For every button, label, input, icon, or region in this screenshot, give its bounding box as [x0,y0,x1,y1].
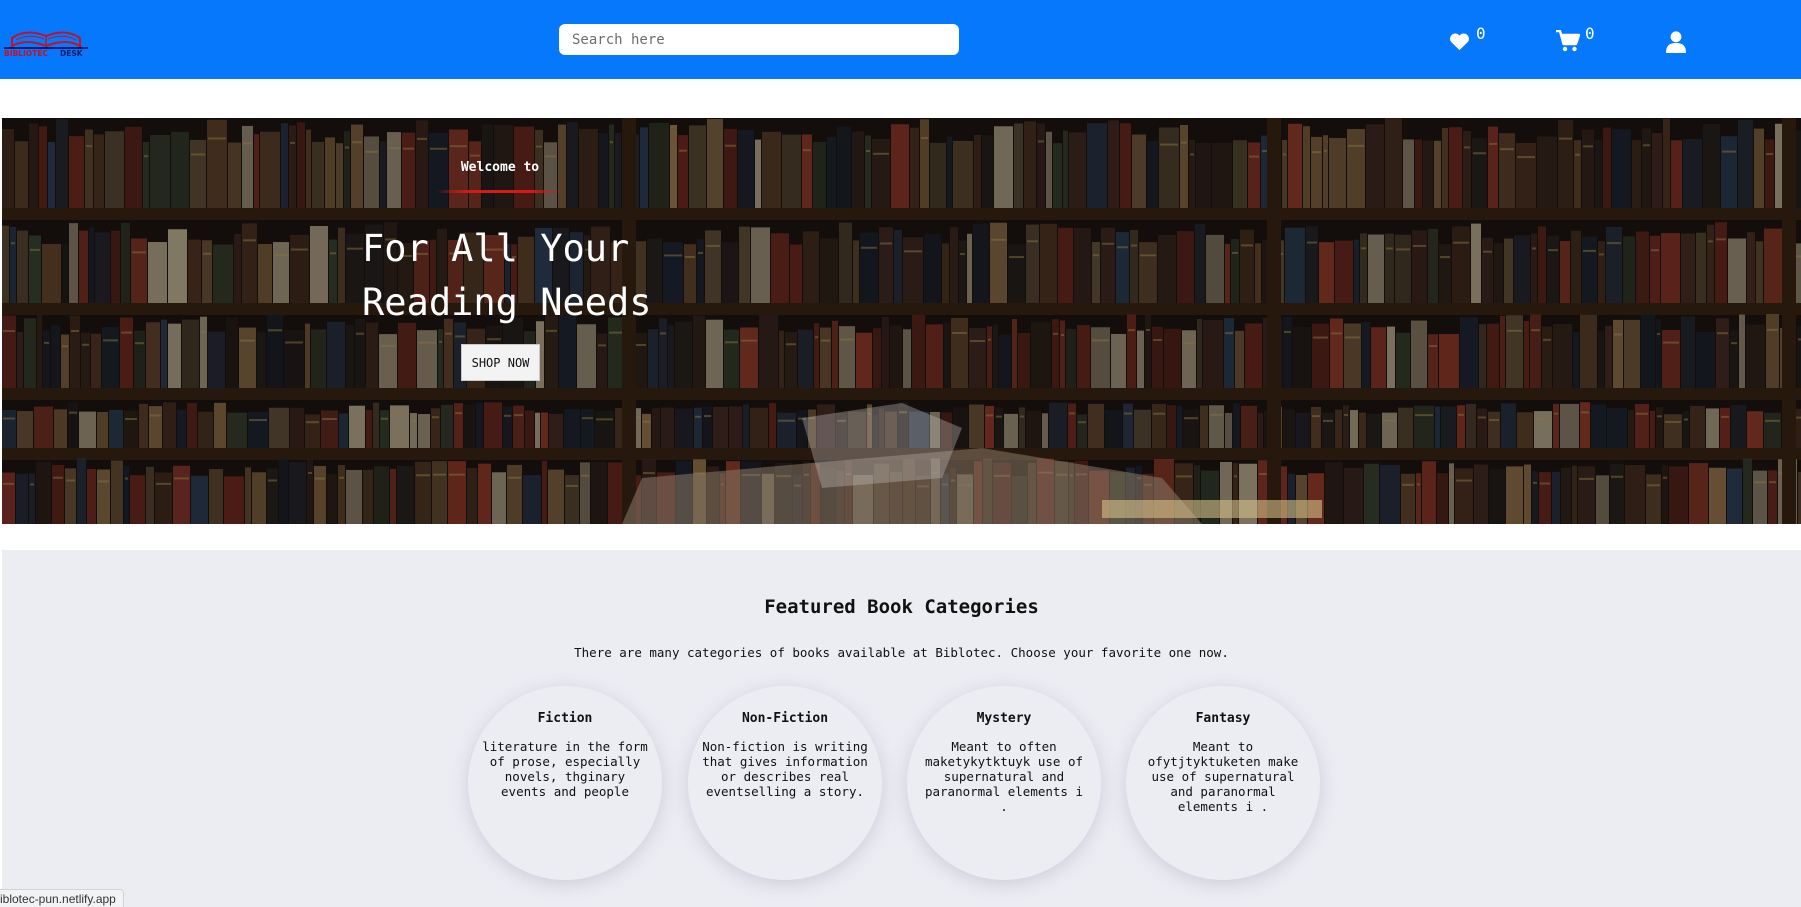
category-title: Mystery [976,711,1032,726]
category-description: Meant to ofytjtyktuketen make use of sup… [1147,739,1299,814]
category-description: Meant to often maketykytktuyk use of sup… [924,739,1084,814]
category-title: Fantasy [1195,711,1251,726]
link-status-url: iblotec-pun.netlify.app [0,889,124,907]
category-description: literature in the form of prose, especia… [482,739,648,799]
category-card-mystery[interactable]: Mystery Meant to often maketykytktuyk us… [907,686,1101,880]
featured-categories-section: Featured Book Categories There are many … [2,550,1801,907]
category-card-non-fiction[interactable]: Non-Fiction Non-fiction is writing that … [688,686,882,880]
svg-text:BIBLIOTEC: BIBLIOTEC [4,49,48,58]
svg-text:DESK: DESK [60,49,84,58]
category-title: Non-Fiction [741,711,829,726]
categories-heading: Featured Book Categories [764,596,1039,618]
category-card-fantasy[interactable]: Fantasy Meant to ofytjtyktuketen make us… [1126,686,1320,880]
hero-title: For All Your Reading Needs [362,222,722,330]
hero-banner: Welcome to For All Your Reading Needs SH… [2,118,1801,524]
categories-subheading: There are many categories of books avail… [574,645,1229,660]
hero-divider [437,190,563,193]
navbar: BIBLIOTEC DESK 0 0 [0,0,1801,79]
category-description: Non-fiction is writing that gives inform… [702,739,868,799]
category-title: Fiction [537,711,593,726]
heart-icon[interactable] [1449,32,1470,51]
user-icon[interactable] [1666,31,1686,53]
shop-now-button[interactable]: SHOP NOW [461,344,540,381]
category-card-fiction[interactable]: Fiction literature in the form of prose,… [468,686,662,880]
search-input[interactable] [559,24,959,55]
logo[interactable]: BIBLIOTEC DESK [2,24,90,58]
hero-title-line-1: For All Your [362,227,630,270]
hero-title-line-2: Reading Needs [362,281,652,324]
wishlist-count: 0 [1476,24,1486,43]
bookshelf-background-image [2,118,1801,524]
cart-icon[interactable] [1556,30,1580,52]
hero-welcome-text: Welcome to [460,160,540,175]
cart-count: 0 [1585,24,1595,43]
